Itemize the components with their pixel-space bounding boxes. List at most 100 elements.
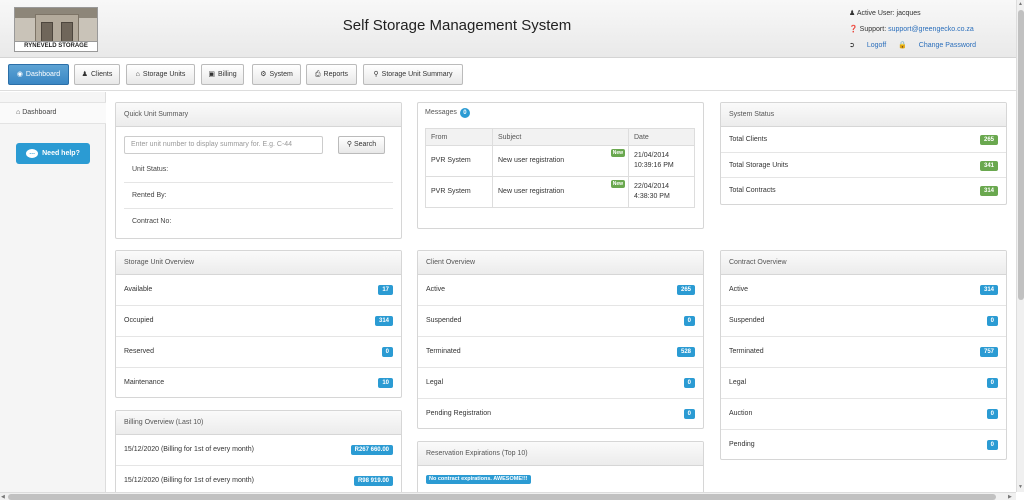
status-badge: 341 [979,160,998,171]
panel-title: Storage Unit Overview [116,251,401,275]
count-badge: 0 [986,378,998,388]
nav-billing-label: Billing [217,71,237,78]
list-item[interactable]: Active 314 [721,275,1006,306]
list-item[interactable]: Terminated 528 [418,337,703,368]
message-subject-text: New user registration [498,157,565,164]
messages-title-row: Messages 0 [425,108,470,118]
support-email-link[interactable]: support@greengecko.co.za [888,26,974,33]
user-icon: ♟ [849,10,856,17]
column-header-from[interactable]: From [425,128,493,146]
billing-overview-panel: Billing Overview (Last 10) 15/12/2020 (B… [115,410,402,500]
list-item: Total Clients 265 [721,127,1006,153]
overview-label: Active [426,286,446,293]
sidebar-item-dashboard[interactable]: ⌂ Dashboard [0,102,106,124]
list-item[interactable]: Suspended 0 [721,306,1006,337]
message-date: 22/04/2014 4:38:30 PM [628,176,695,208]
list-item[interactable]: Active 265 [418,275,703,306]
nav-storage-unit-summary-button[interactable]: ⚲ Storage Unit Summary [363,64,463,85]
search-icon: ⚲ [346,141,352,148]
search-button[interactable]: ⚲ Search [338,136,385,154]
scroll-up-icon[interactable]: ▲ [1018,0,1023,8]
nav-reports-button[interactable]: ⎙ Reports [306,64,357,85]
client-overview-panel: Client Overview Active 265 Suspended 0 Ter… [417,250,704,429]
gear-icon: ⚙ [260,71,267,78]
message-subject: New user registration New [492,145,629,177]
nav-dashboard-button[interactable]: ◉ Dashboard [8,64,69,85]
billing-label: 15/12/2020 (Billing for 1st of every mon… [124,446,254,453]
nav-clients-button[interactable]: ♟ Clients [74,64,120,85]
list-item[interactable]: Suspended 0 [418,306,703,337]
rented-by-label: Rented By: [124,183,393,209]
table-row[interactable]: PVR System New user registration New 21/0… [425,145,695,177]
count-badge: 757 [979,347,998,357]
table-row[interactable]: PVR System New user registration New 22/0… [425,176,695,208]
nav-system-button[interactable]: ⚙ System [252,64,301,85]
messages-count-badge[interactable]: 0 [459,108,470,118]
company-logo[interactable]: RYNEVELD STORAGE [14,7,98,52]
horizontal-scrollbar[interactable]: ◀ ▶ [0,492,1016,500]
panel-title: Reservation Expirations (Top 10) [418,442,703,466]
sidebar-item-label: Dashboard [22,109,57,116]
change-password-link[interactable]: Change Password [919,42,976,49]
nav-reports-label: Reports [323,71,349,78]
need-help-label: Need help? [42,150,80,157]
list-item[interactable]: Pending Registration 0 [418,399,703,428]
main-nav: ◉ Dashboard ♟ Clients ⌂ Storage Units ▣ Bill… [0,59,1016,91]
chat-bubble-icon: … [26,148,39,158]
nav-storage-units-label: Storage Units [142,71,186,78]
search-button-label: Search [353,141,377,148]
need-help-button[interactable]: … Need help? [16,143,90,164]
list-item[interactable]: Legal 0 [721,368,1006,399]
list-item[interactable]: Occupied 314 [116,306,401,337]
home-icon: ⌂ [16,109,21,116]
list-item: Total Contracts 314 [721,178,1006,204]
billing-label: 15/12/2020 (Billing for 1st of every mon… [124,477,254,484]
list-item[interactable]: Maintenance 10 [116,368,401,397]
overview-label: Active [729,286,749,293]
list-item[interactable]: Auction 0 [721,399,1006,430]
overview-label: Available [124,286,153,293]
nav-storage-units-button[interactable]: ⌂ Storage Units [126,64,195,85]
app-title: Self Storage Management System [342,17,572,34]
message-subject-text: New user registration [498,188,565,195]
message-date-time: 10:39:16 PM [634,162,674,169]
status-label: Total Clients [729,136,768,143]
column-header-date[interactable]: Date [628,128,695,146]
scroll-down-icon[interactable]: ▼ [1018,483,1023,491]
scroll-left-icon[interactable]: ◀ [1,493,5,500]
panel-title: System Status [721,103,1006,127]
lock-icon: 🔒 [898,42,907,49]
support-label: Support: [859,26,887,33]
scrollbar-thumb[interactable] [8,494,996,500]
count-badge: 0 [986,409,998,419]
count-badge: 265 [676,285,695,295]
count-badge: 528 [676,347,695,357]
status-label: Total Contracts [729,187,776,194]
vertical-scrollbar[interactable]: ▲ ▼ [1016,0,1024,492]
list-item[interactable]: Pending 0 [721,430,1006,459]
unit-status-label: Unit Status: [124,157,393,183]
scroll-right-icon[interactable]: ▶ [1008,493,1012,500]
nav-billing-button[interactable]: ▣ Billing [201,64,244,85]
scrollbar-thumb[interactable] [1018,10,1024,300]
user-icon: ♟ [81,71,88,78]
logoff-link[interactable]: Logoff [867,42,886,49]
list-item[interactable]: Available 17 [116,275,401,306]
count-badge: 0 [986,440,998,450]
count-badge: 0 [683,316,695,326]
list-item[interactable]: 15/12/2020 (Billing for 1st of every mon… [116,435,401,466]
unit-number-input[interactable]: Enter unit number to display summary for… [124,136,323,154]
panel-title: Client Overview [418,251,703,275]
list-item[interactable]: Reserved 0 [116,337,401,368]
column-header-subject[interactable]: Subject [492,128,629,146]
overview-label: Suspended [426,317,462,324]
overview-label: Legal [729,379,747,386]
overview-label: Terminated [426,348,461,355]
nav-system-label: System [269,71,293,78]
list-item[interactable]: Terminated 757 [721,337,1006,368]
overview-label: Occupied [124,317,154,324]
status-badge: 314 [979,186,998,196]
count-badge: 314 [979,285,998,295]
search-icon: ⚲ [373,71,379,78]
list-item[interactable]: Legal 0 [418,368,703,399]
